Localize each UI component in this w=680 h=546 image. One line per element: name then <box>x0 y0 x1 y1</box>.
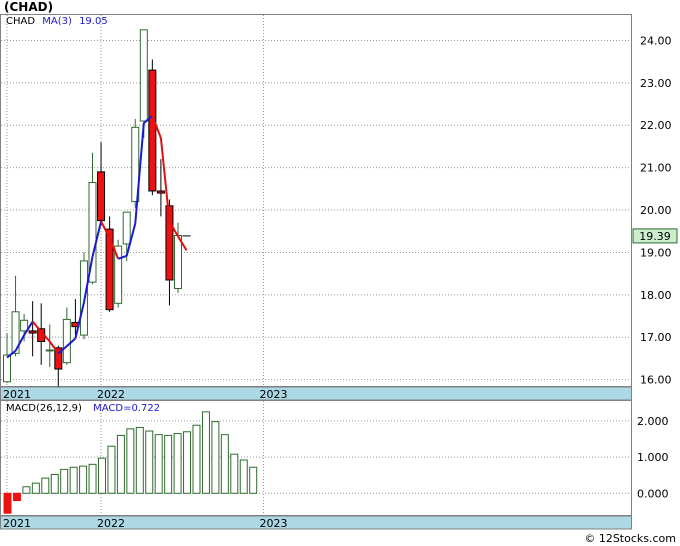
macd-bar <box>126 428 135 494</box>
price-tick-label: 18.00 <box>640 289 672 302</box>
last-price-label: 19.39 <box>639 230 671 243</box>
macd-bar <box>12 492 21 502</box>
price-date-axis <box>0 386 632 401</box>
candle-body <box>148 69 157 192</box>
macd-year-label: 2021 <box>3 517 31 530</box>
price-tick-label: 16.00 <box>640 374 672 387</box>
macd-bar <box>239 459 248 494</box>
macd-tick-label: 1.000 <box>637 451 669 464</box>
legend-ma-value: 19.05 <box>79 16 108 27</box>
legend-symbol: CHAD <box>6 16 35 27</box>
macd-bar <box>60 468 69 494</box>
price-tick-label: 19.00 <box>640 246 672 259</box>
price-year-label: 2021 <box>3 388 31 401</box>
candle-body <box>122 211 131 245</box>
macd-bar <box>173 433 182 494</box>
price-tick-label: 21.00 <box>640 162 672 175</box>
macd-bar <box>3 492 12 514</box>
macd-bar <box>135 426 144 494</box>
candle-body <box>45 349 54 352</box>
macd-bar <box>22 486 31 494</box>
price-tick-label: 17.00 <box>640 331 672 344</box>
candle-body <box>62 318 71 364</box>
footer-credit: © 12Stocks.com <box>584 532 676 545</box>
macd-panel <box>0 400 632 516</box>
macd-bar <box>31 482 40 494</box>
price-tick-label: 23.00 <box>640 77 672 90</box>
price-year-label: 2022 <box>97 388 125 401</box>
candle-body <box>156 190 165 194</box>
macd-bar <box>183 431 192 494</box>
macd-bar <box>79 465 88 494</box>
chart-title: (CHAD) <box>4 0 53 14</box>
price-tick-label: 24.00 <box>640 34 672 47</box>
macd-bar <box>69 466 78 494</box>
macd-bar <box>154 434 163 494</box>
macd-y-axis: 0.000 1.000 2.000 <box>637 415 669 500</box>
macd-legend-label: MACD(26,12,9) <box>6 403 82 414</box>
stock-chart: (CHAD) 16.00 17.00 18.00 19.00 20.00 21.00 22.… <box>0 0 678 545</box>
price-legend: CHAD MA(3) 19.05 <box>6 16 108 27</box>
macd-tick-label: 2.000 <box>637 415 669 428</box>
macd-bar <box>249 466 258 494</box>
macd-bar <box>220 434 229 494</box>
macd-legend-value: MACD=0.722 <box>93 403 160 414</box>
macd-bar <box>192 424 201 494</box>
macd-year-label: 2023 <box>260 517 288 530</box>
macd-bar <box>164 434 173 494</box>
legend-ma-label: MA(3) <box>42 16 72 27</box>
macd-year-label: 2022 <box>97 517 125 530</box>
candle-body <box>139 29 148 122</box>
macd-date-axis <box>0 515 632 530</box>
macd-bar <box>230 453 239 494</box>
macd-tick-label: 0.000 <box>637 487 669 500</box>
macd-bar <box>88 463 97 494</box>
price-tick-label: 22.00 <box>640 119 672 132</box>
macd-legend: MACD(26,12,9) MACD=0.722 <box>6 403 160 414</box>
macd-bar <box>107 445 116 494</box>
price-year-label: 2023 <box>260 388 288 401</box>
macd-bar <box>98 457 106 494</box>
macd-bar <box>145 430 154 494</box>
candle-body <box>28 330 37 334</box>
price-tick-label: 20.00 <box>640 204 672 217</box>
macd-bar <box>201 411 210 494</box>
candle-body <box>174 234 182 289</box>
macd-bar <box>50 473 59 494</box>
macd-bar <box>41 477 50 494</box>
macd-bar <box>211 421 220 494</box>
candle-body <box>3 354 11 383</box>
candle-body <box>97 171 106 222</box>
price-y-axis: 16.00 17.00 18.00 19.00 20.00 21.00 22.00 23.00… <box>640 34 672 386</box>
macd-bar <box>116 434 125 494</box>
candle-body <box>20 319 29 332</box>
